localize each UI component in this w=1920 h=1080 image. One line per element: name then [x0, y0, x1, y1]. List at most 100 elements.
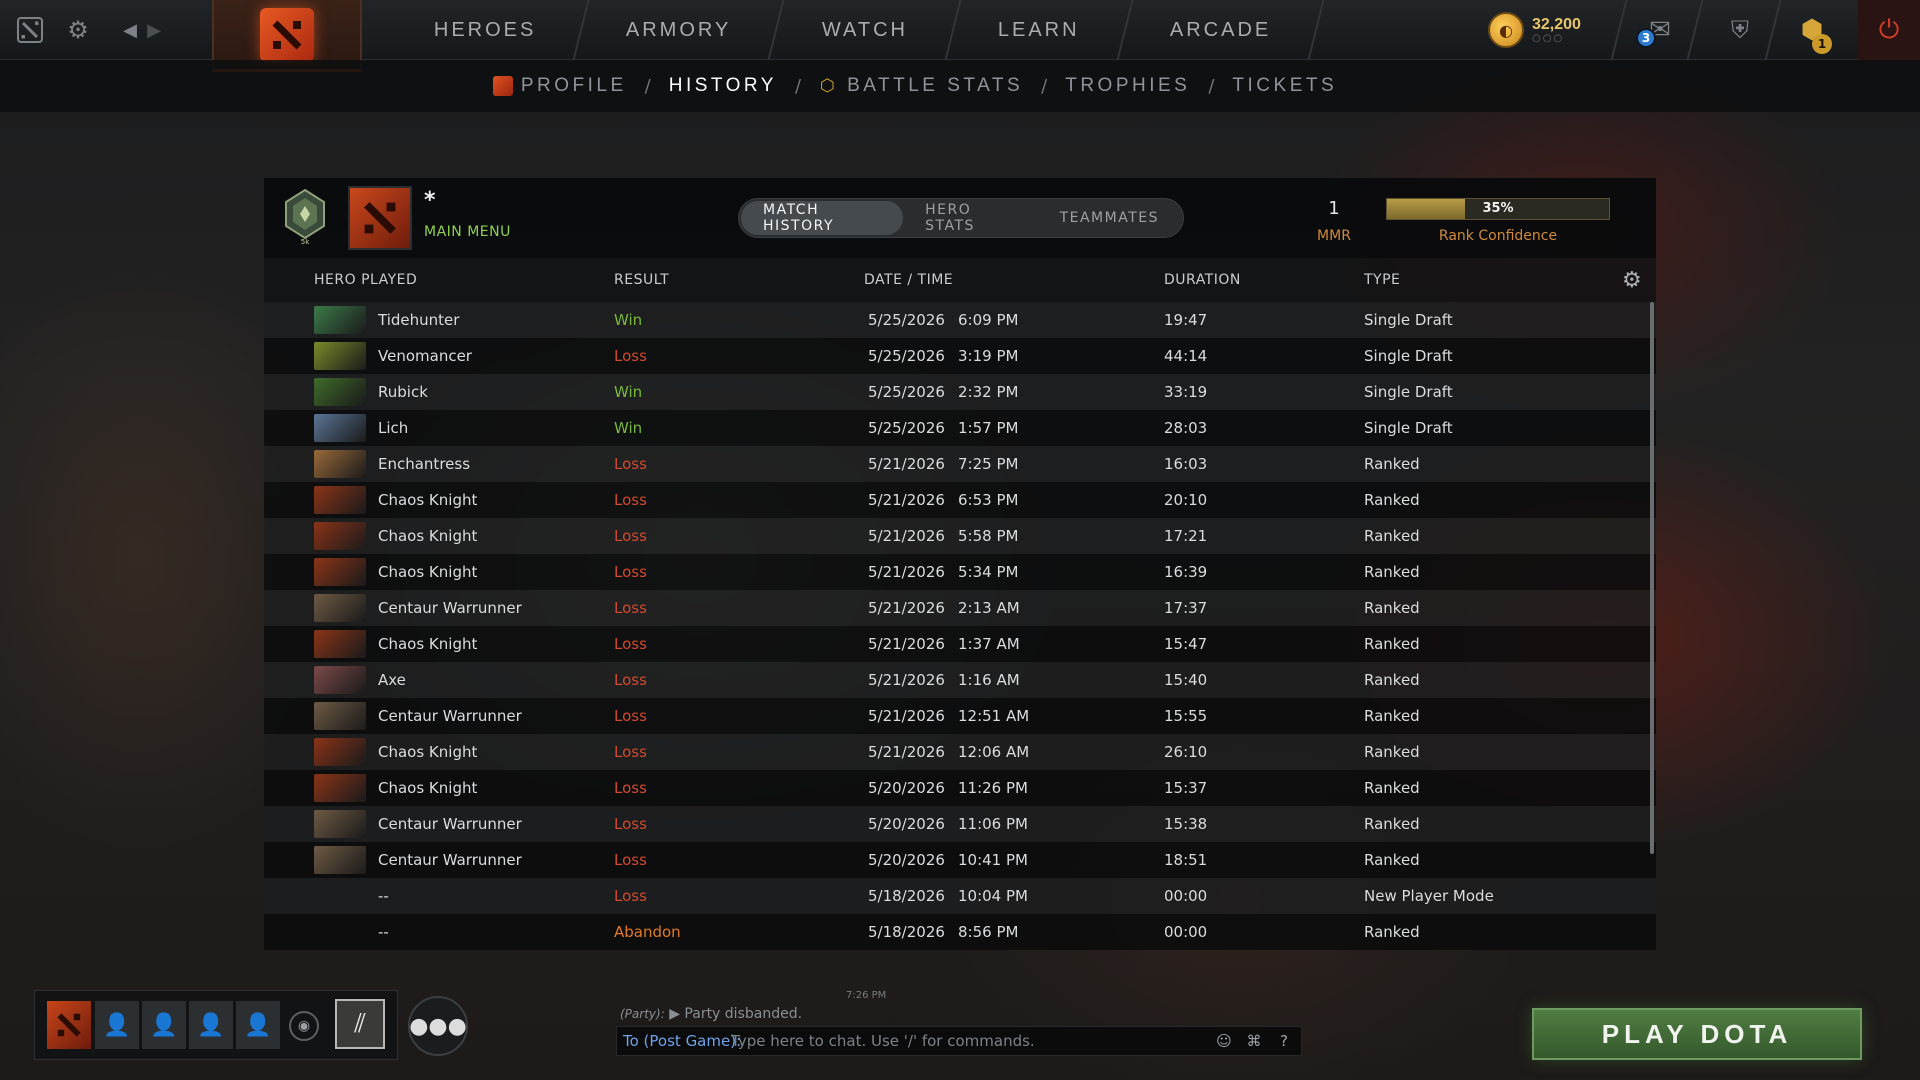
nav-arcade[interactable]: ARCADE	[1118, 0, 1325, 60]
subnav-tickets[interactable]: TICKETS	[1232, 75, 1337, 97]
party-slot-empty[interactable]: 👤	[189, 1001, 233, 1049]
subnav-profile[interactable]: PROFILE	[492, 75, 627, 97]
table-row[interactable]: Enchantress Loss 5/21/2026 7:25 PM 16:03 Rank…	[264, 446, 1656, 482]
table-row[interactable]: Rubick Win 5/25/2026 2:32 PM 33:19 Single Dra…	[264, 374, 1656, 410]
party-slot-empty[interactable]: 👤	[142, 1001, 186, 1049]
chat-target[interactable]: To (Post Game):	[623, 1027, 741, 1055]
party-slot-empty[interactable]: 👤	[95, 1001, 139, 1049]
nav-learn[interactable]: LEARN	[946, 0, 1134, 60]
draft-icon[interactable]: ⫽	[335, 999, 385, 1049]
tab-hero-stats[interactable]: HERO STATS	[903, 201, 1037, 235]
match-result: Loss	[614, 851, 647, 869]
match-result: Loss	[614, 491, 647, 509]
tab-match-history[interactable]: MATCH HISTORY	[741, 201, 904, 235]
col-datetime[interactable]: DATE / TIME	[864, 272, 953, 288]
match-time: 2:32 PM	[958, 383, 1019, 401]
friends-icon[interactable]: ●●●	[408, 996, 468, 1056]
table-row[interactable]: Chaos Knight Loss 5/21/2026 1:37 AM 15:47 Ran…	[264, 626, 1656, 662]
nav-armory[interactable]: ARMORY	[574, 0, 786, 60]
shards-display[interactable]: ◐ 32,200 ○○○	[1488, 12, 1581, 48]
tab-teammates[interactable]: TEAMMATES	[1038, 201, 1181, 235]
subnav-label: BATTLE STATS	[847, 75, 1024, 96]
subnav-battle-stats[interactable]: ⬡ BATTLE STATS	[819, 75, 1023, 97]
table-row[interactable]: Chaos Knight Loss 5/21/2026 5:58 PM 17:21 Ran…	[264, 518, 1656, 554]
match-duration: 00:00	[1164, 923, 1208, 941]
emoji-icon[interactable]: ☺	[1213, 1030, 1235, 1052]
chat-wheel-icon[interactable]: ⌘	[1243, 1030, 1265, 1052]
table-row[interactable]: -- Loss 5/18/2026 10:04 PM 00:00 New Player M…	[264, 878, 1656, 914]
chat-bar: To (Post Game): ☺ ⌘ ?	[616, 1026, 1302, 1056]
user-icon: 👤	[197, 1012, 225, 1038]
table-row[interactable]: Chaos Knight Loss 5/21/2026 5:34 PM 16:39 Ran…	[264, 554, 1656, 590]
subnav-label: PROFILE	[520, 75, 627, 96]
scrollbar[interactable]	[1650, 302, 1654, 854]
table-row[interactable]: -- Abandon 5/18/2026 8:56 PM 00:00 Ranked	[264, 914, 1656, 950]
profile-subnav: PROFILE / HISTORY / ⬡ BATTLE STATS / TRO…	[0, 60, 1920, 112]
table-row[interactable]: Axe Loss 5/21/2026 1:16 AM 15:40 Ranked	[264, 662, 1656, 698]
match-type: Ranked	[1364, 815, 1420, 833]
forward-arrow-icon[interactable]: ▶	[138, 14, 170, 46]
table-row[interactable]: Tidehunter Win 5/25/2026 6:09 PM 19:47 Single…	[264, 302, 1656, 338]
gold-dots: ○○○	[1532, 32, 1565, 44]
nav-heroes[interactable]: HEROES	[382, 0, 590, 60]
table-row[interactable]: Venomancer Loss 5/25/2026 3:19 PM 44:14 Singl…	[264, 338, 1656, 374]
subnav-label: TROPHIES	[1065, 75, 1191, 96]
match-date: 5/25/2026	[868, 311, 945, 329]
chat-input[interactable]	[731, 1027, 1211, 1055]
party-slot-empty[interactable]: 👤	[236, 1001, 280, 1049]
plus-hex-icon: ⬡	[819, 76, 839, 95]
subnav-trophies[interactable]: TROPHIES	[1065, 75, 1190, 97]
match-date: 5/21/2026	[868, 635, 945, 653]
hero-name: Centaur Warrunner	[378, 599, 522, 617]
party-slot-me[interactable]	[47, 1001, 91, 1049]
col-type[interactable]: TYPE	[1364, 272, 1400, 288]
col-hero[interactable]: HERO PLAYED	[314, 272, 417, 288]
hero-name: Rubick	[378, 383, 428, 401]
table-row[interactable]: Chaos Knight Loss 5/21/2026 6:53 PM 20:10 Ran…	[264, 482, 1656, 518]
play-icon: ▶	[669, 1006, 685, 1022]
match-duration: 15:37	[1164, 779, 1208, 797]
match-duration: 44:14	[1164, 347, 1208, 365]
table-row[interactable]: Centaur Warrunner Loss 5/21/2026 12:51 AM 15…	[264, 698, 1656, 734]
match-duration: 17:37	[1164, 599, 1208, 617]
table-row[interactable]: Centaur Warrunner Loss 5/20/2026 10:41 PM 18…	[264, 842, 1656, 878]
gear-icon[interactable]: ⚙	[1622, 268, 1642, 293]
history-tabs: MATCH HISTORY HERO STATS TEAMMATES	[738, 198, 1184, 238]
rank-confidence-bar: 35%	[1386, 198, 1610, 220]
table-row[interactable]: Chaos Knight Loss 5/21/2026 12:06 AM 26:10 Ra…	[264, 734, 1656, 770]
match-type: Single Draft	[1364, 419, 1453, 437]
hero-name: Centaur Warrunner	[378, 707, 522, 725]
match-type: Ranked	[1364, 851, 1420, 869]
table-row[interactable]: Centaur Warrunner Loss 5/21/2026 2:13 AM 17:…	[264, 590, 1656, 626]
match-time: 6:53 PM	[958, 491, 1019, 509]
hero-name: Axe	[378, 671, 406, 689]
match-time: 11:06 PM	[958, 815, 1028, 833]
match-time: 10:41 PM	[958, 851, 1028, 869]
gear-icon[interactable]: ⚙	[62, 14, 94, 46]
shield-icon[interactable]: ⛨	[1724, 14, 1756, 46]
match-duration: 18:51	[1164, 851, 1208, 869]
voice-chat-icon[interactable]: ◉	[289, 1011, 319, 1041]
chat-party-tag: (Party):	[620, 1007, 665, 1021]
match-result: Loss	[614, 563, 647, 581]
hero-portrait	[314, 702, 366, 730]
match-result: Loss	[614, 635, 647, 653]
table-row[interactable]: Chaos Knight Loss 5/20/2026 11:26 PM 15:37 Ra…	[264, 770, 1656, 806]
col-result[interactable]: RESULT	[614, 272, 669, 288]
hero-name: Chaos Knight	[378, 743, 478, 761]
play-dota-button[interactable]: PLAY DOTA	[1532, 1008, 1862, 1060]
help-icon[interactable]: ?	[1273, 1030, 1295, 1052]
rank-medal-icon[interactable]: 5k	[280, 186, 330, 246]
hero-portrait	[314, 306, 366, 334]
subnav-label: TICKETS	[1232, 75, 1338, 96]
col-duration[interactable]: DURATION	[1164, 272, 1241, 288]
nav-watch[interactable]: WATCH	[770, 0, 962, 60]
dota-logo-icon[interactable]	[14, 14, 46, 46]
table-row[interactable]: Centaur Warrunner Loss 5/20/2026 11:06 PM 15…	[264, 806, 1656, 842]
subnav-history[interactable]: HISTORY	[669, 75, 777, 97]
power-icon[interactable]: ⏻	[1858, 0, 1920, 60]
match-date: 5/21/2026	[868, 563, 945, 581]
table-row[interactable]: Lich Win 5/25/2026 1:57 PM 28:03 Single Draft	[264, 410, 1656, 446]
match-time: 1:37 AM	[958, 635, 1020, 653]
avatar[interactable]	[348, 186, 412, 250]
